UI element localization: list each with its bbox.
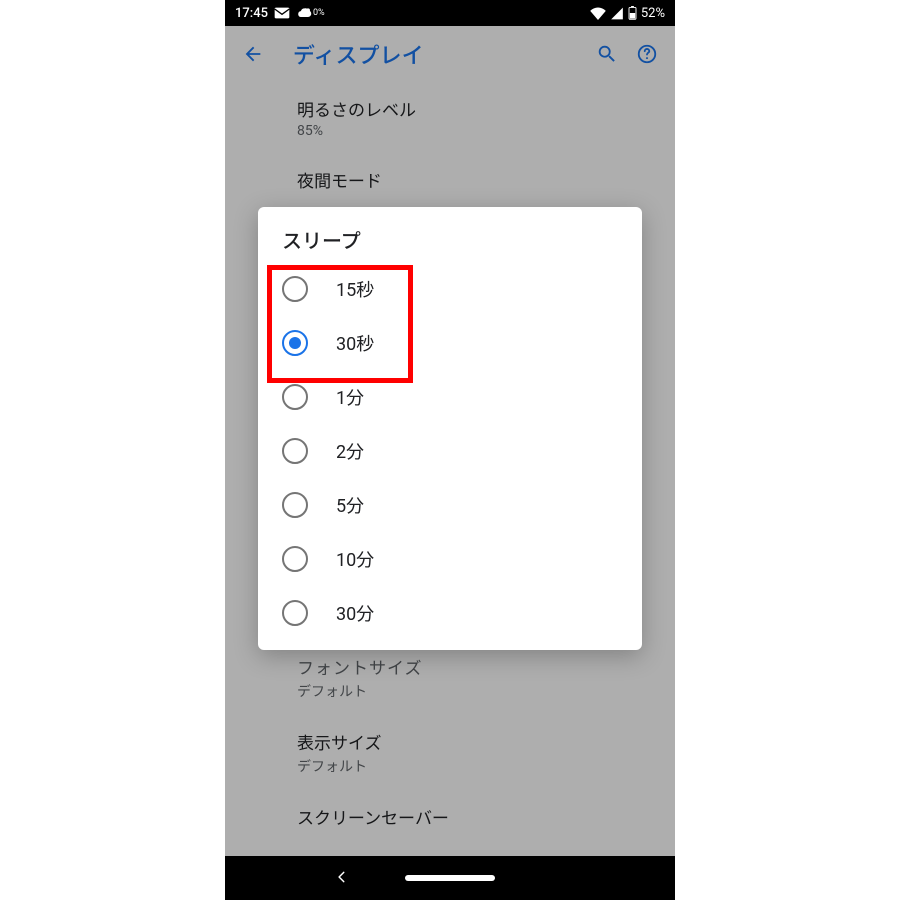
sleep-dialog: スリープ 15秒 30秒 1分 2分 5分	[258, 207, 642, 650]
sleep-option-30m[interactable]: 30分	[258, 586, 642, 640]
option-label: 1分	[336, 384, 364, 410]
setting-title: スクリーンセーバー	[297, 804, 675, 829]
back-button[interactable]	[233, 34, 273, 74]
chevron-left-icon	[335, 870, 349, 884]
setting-title: 表示サイズ	[297, 729, 675, 754]
nav-home-pill[interactable]	[405, 875, 495, 881]
app-bar: ディスプレイ	[225, 26, 675, 82]
search-button[interactable]	[587, 34, 627, 74]
system-nav-bar	[225, 856, 675, 900]
dialog-title: スリープ	[258, 225, 642, 262]
wifi-icon	[590, 7, 606, 20]
setting-title: 明るさのレベル	[297, 96, 675, 121]
radio-icon	[282, 438, 308, 464]
sleep-option-10m[interactable]: 10分	[258, 532, 642, 586]
setting-screensaver[interactable]: スクリーンセーバー	[297, 790, 675, 843]
setting-brightness[interactable]: 明るさのレベル 85%	[297, 82, 675, 153]
weather-pct: 0%	[313, 9, 325, 18]
setting-night-mode[interactable]: 夜間モード	[297, 153, 675, 192]
setting-display-size[interactable]: 表示サイズ デフォルト	[297, 715, 675, 790]
option-label: 2分	[336, 438, 364, 464]
help-button[interactable]	[627, 34, 667, 74]
option-label: 30分	[336, 600, 374, 626]
status-time: 17:45	[235, 6, 268, 21]
battery-pct: 52%	[641, 6, 665, 21]
radio-icon	[282, 384, 308, 410]
setting-title: 夜間モード	[297, 167, 675, 192]
radio-icon	[282, 276, 308, 302]
search-icon	[596, 43, 618, 65]
cell-signal-icon	[610, 7, 624, 20]
option-label: 10分	[336, 546, 374, 572]
setting-font-size[interactable]: フォントサイズ デフォルト	[297, 654, 675, 715]
setting-subtitle: デフォルト	[297, 681, 675, 701]
sleep-option-2m[interactable]: 2分	[258, 424, 642, 478]
arrow-left-icon	[242, 43, 264, 65]
mail-icon	[274, 7, 290, 19]
status-bar: 17:45 0%	[225, 0, 675, 26]
sleep-option-5m[interactable]: 5分	[258, 478, 642, 532]
option-label: 5分	[336, 492, 364, 518]
sleep-option-30s[interactable]: 30秒	[258, 316, 642, 370]
option-label: 15秒	[336, 276, 374, 302]
sleep-option-1m[interactable]: 1分	[258, 370, 642, 424]
radio-selected-icon	[282, 330, 308, 356]
phone-frame: ディスプレイ 明るさのレベル 85% 夜間モード	[225, 0, 675, 900]
option-label: 30秒	[336, 330, 374, 356]
setting-subtitle: 85%	[297, 123, 675, 139]
setting-subtitle: デフォルト	[297, 756, 675, 776]
radio-icon	[282, 600, 308, 626]
battery-icon	[628, 6, 637, 20]
sleep-option-15s[interactable]: 15秒	[258, 262, 642, 316]
setting-title: フォントサイズ	[297, 654, 675, 679]
nav-back-button[interactable]	[335, 869, 349, 888]
weather-icon: 0%	[296, 6, 325, 20]
page-title: ディスプレイ	[293, 38, 587, 70]
radio-icon	[282, 546, 308, 572]
help-icon	[636, 43, 658, 65]
radio-icon	[282, 492, 308, 518]
